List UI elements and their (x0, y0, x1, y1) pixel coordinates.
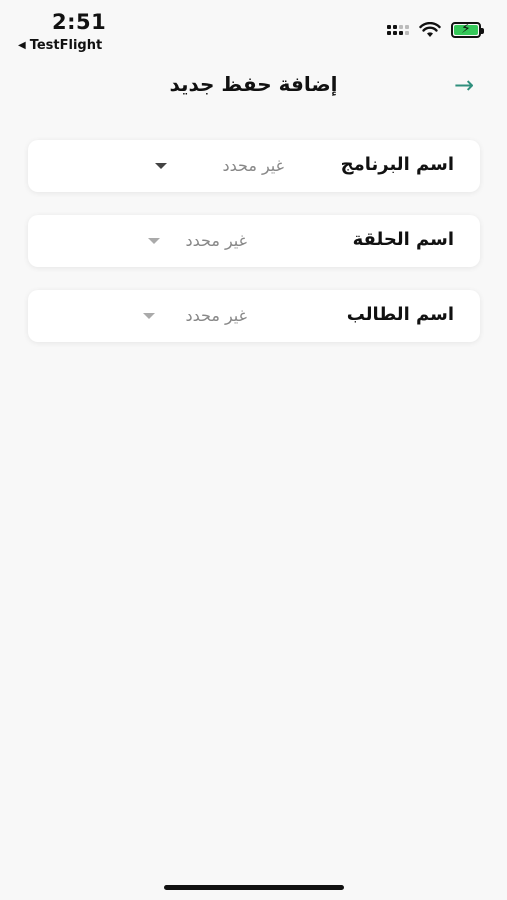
status-icons: ⚡ (387, 21, 484, 38)
circle-label: اسم الحلقة (352, 229, 454, 250)
back-app-label: TestFlight (29, 38, 103, 53)
testflight-back-link[interactable]: ◀ TestFlight (18, 38, 102, 53)
cellular-signal-icon (387, 25, 409, 35)
student-select[interactable]: اسم الطالب غير محدد (28, 290, 480, 342)
student-label: اسم الطالب (346, 304, 454, 325)
back-button[interactable]: → (449, 70, 479, 100)
page-title: إضافة حفظ جديد (169, 72, 338, 96)
back-triangle-icon: ◀ (18, 40, 26, 51)
memorization-form: اسم البرنامج غير محدد اسم الحلقة غير محد… (28, 140, 480, 365)
battery-charging-icon: ⚡ (451, 21, 484, 38)
program-value: غير محدد (222, 156, 284, 175)
circle-select[interactable]: اسم الحلقة غير محدد (28, 215, 480, 267)
status-bar: 2:51 ◀ TestFlight ⚡ (0, 0, 507, 58)
home-indicator[interactable] (164, 885, 344, 890)
circle-value: غير محدد (185, 231, 247, 250)
program-select[interactable]: اسم البرنامج غير محدد (28, 140, 480, 192)
status-time: 2:51 (52, 10, 107, 34)
chevron-down-icon (155, 163, 167, 169)
chevron-down-icon (148, 238, 160, 244)
student-value: غير محدد (185, 306, 247, 325)
page-header: إضافة حفظ جديد → (0, 62, 507, 108)
program-label: اسم البرنامج (340, 154, 454, 175)
chevron-down-icon (143, 313, 155, 319)
arrow-right-icon: → (453, 71, 475, 99)
wifi-icon (419, 22, 441, 37)
screen: 2:51 ◀ TestFlight ⚡ إضافة حفظ جديد → اسم… (0, 0, 507, 900)
